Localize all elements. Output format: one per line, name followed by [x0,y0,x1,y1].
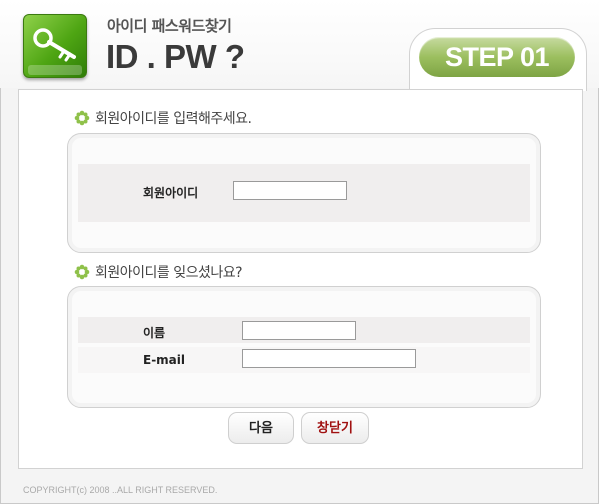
name-input[interactable] [242,321,356,340]
name-label: 이름 [143,326,166,340]
key-icon [23,14,87,78]
flower-bullet-icon [74,264,90,280]
email-input[interactable] [242,349,416,368]
section-title-enter-id: 회원아이디를 입력해주세요. [74,108,252,128]
page-subtitle: 아이디 패스워드찾기 [107,17,232,35]
forgot-panel [67,286,541,408]
page-title: ID . PW ? [106,38,245,75]
section-title-text: 회원아이디를 입력해주세요. [95,111,252,127]
member-id-input[interactable] [233,181,347,200]
flower-bullet-icon [74,110,90,126]
email-label: E-mail [143,353,186,367]
header: 아이디 패스워드찾기 ID . PW ? STEP 01 [0,0,599,91]
member-id-label: 회원아이디 [143,186,199,200]
section-title-text: 회원아이디를 잊으셨나요? [95,265,243,281]
section-title-forgot-id: 회원아이디를 잊으셨나요? [74,262,243,282]
copyright-text: COPYRIGHT(c) 2008 ..ALL RIGHT RESERVED. [23,485,218,495]
close-window-button[interactable]: 창닫기 [301,412,369,444]
step-badge: STEP 01 [419,37,575,77]
next-button[interactable]: 다음 [228,412,294,444]
